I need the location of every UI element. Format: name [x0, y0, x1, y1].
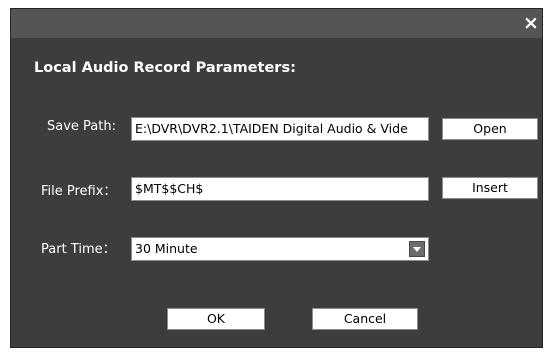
dialog-heading: Local Audio Record Parameters:: [34, 60, 296, 76]
title-bar: ×: [11, 9, 542, 38]
part-time-select[interactable]: 30 Minute: [131, 237, 429, 261]
save-path-label: Save Path:: [47, 119, 116, 134]
ok-button[interactable]: OK: [167, 308, 265, 330]
record-parameters-dialog: × Local Audio Record Parameters: Save Pa…: [10, 8, 543, 348]
chevron-down-icon[interactable]: [409, 241, 425, 257]
save-path-input[interactable]: E:\DVR\DVR2.1\TAIDEN Digital Audio & Vid…: [131, 117, 429, 141]
insert-button[interactable]: Insert: [442, 177, 538, 199]
open-button[interactable]: Open: [442, 118, 538, 140]
part-time-selected-value: 30 Minute: [135, 241, 198, 256]
part-time-label: Part Time：: [41, 242, 116, 257]
close-icon: ×: [523, 12, 539, 34]
cancel-button[interactable]: Cancel: [312, 308, 418, 330]
file-prefix-input[interactable]: $MT$$CH$: [131, 177, 429, 201]
close-button[interactable]: ×: [521, 12, 541, 34]
file-prefix-label: File Prefix：: [41, 184, 117, 199]
